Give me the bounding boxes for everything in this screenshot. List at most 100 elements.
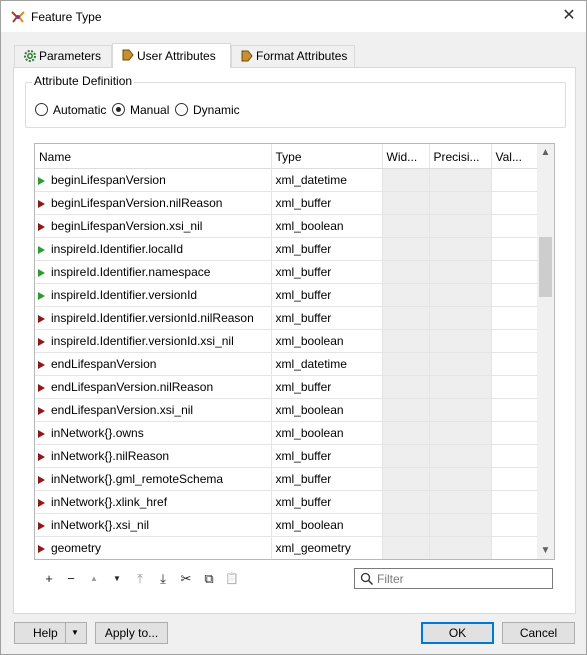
- attribute-value-cell[interactable]: [491, 260, 538, 284]
- attribute-value-cell[interactable]: [491, 168, 538, 192]
- attribute-value-cell[interactable]: [491, 398, 538, 422]
- column-header-value[interactable]: Val...: [491, 144, 538, 169]
- table-row[interactable]: inNetwork{}.xlink_href xml_buffer: [35, 490, 538, 514]
- attribute-value-cell[interactable]: [491, 237, 538, 261]
- attribute-name-cell[interactable]: beginLifespanVersion: [35, 168, 272, 192]
- attribute-type-cell[interactable]: xml_datetime: [271, 168, 383, 192]
- table-row[interactable]: inNetwork{}.gml_remoteSchema xml_buffer: [35, 467, 538, 491]
- table-row[interactable]: beginLifespanVersion.xsi_nil xml_boolean: [35, 214, 538, 238]
- attribute-type-cell[interactable]: xml_buffer: [271, 375, 383, 399]
- red-arrow-icon: [38, 360, 45, 369]
- attribute-name-cell[interactable]: inNetwork{}.xsi_nil: [35, 513, 272, 537]
- table-row[interactable]: endLifespanVersion.xsi_nil xml_boolean: [35, 398, 538, 422]
- attribute-name-cell[interactable]: inNetwork{}.gml_remoteSchema: [35, 467, 272, 491]
- ok-button[interactable]: OK: [421, 622, 494, 644]
- attribute-value-cell[interactable]: [491, 352, 538, 376]
- attribute-type-cell[interactable]: xml_buffer: [271, 444, 383, 468]
- move-up-icon[interactable]: ▲: [85, 570, 103, 588]
- cut-icon[interactable]: ✂: [177, 570, 195, 588]
- attribute-value-cell[interactable]: [491, 283, 538, 307]
- move-to-bottom-icon[interactable]: ⤓: [154, 570, 172, 588]
- attribute-name-cell[interactable]: endLifespanVersion.nilReason: [35, 375, 272, 399]
- column-header-precision[interactable]: Precisi...: [429, 144, 492, 169]
- table-row[interactable]: inNetwork{}.nilReason xml_buffer: [35, 444, 538, 468]
- table-row[interactable]: inspireId.Identifier.localId xml_buffer: [35, 237, 538, 261]
- attribute-value-cell[interactable]: [491, 444, 538, 468]
- table-row[interactable]: endLifespanVersion.nilReason xml_buffer: [35, 375, 538, 399]
- cancel-button[interactable]: Cancel: [502, 622, 575, 644]
- remove-icon[interactable]: −: [62, 570, 80, 588]
- attribute-value-cell[interactable]: [491, 536, 538, 559]
- attribute-value-cell[interactable]: [491, 467, 538, 491]
- attribute-type-cell[interactable]: xml_buffer: [271, 260, 383, 284]
- attribute-type-cell[interactable]: xml_boolean: [271, 329, 383, 353]
- attribute-name-cell[interactable]: geometry: [35, 536, 272, 559]
- attribute-name-cell[interactable]: inNetwork{}.nilReason: [35, 444, 272, 468]
- column-header-name[interactable]: Name: [35, 144, 272, 169]
- attribute-type-cell[interactable]: xml_boolean: [271, 214, 383, 238]
- attribute-value-cell[interactable]: [491, 490, 538, 514]
- add-icon[interactable]: +: [40, 570, 58, 588]
- attribute-type-cell[interactable]: xml_buffer: [271, 283, 383, 307]
- table-row[interactable]: inspireId.Identifier.versionId.nilReason…: [35, 306, 538, 330]
- table-row[interactable]: beginLifespanVersion xml_datetime: [35, 168, 538, 192]
- attribute-type-cell[interactable]: xml_boolean: [271, 421, 383, 445]
- attribute-type-cell[interactable]: xml_buffer: [271, 306, 383, 330]
- filter-input[interactable]: [377, 571, 547, 586]
- column-header-type[interactable]: Type: [271, 144, 383, 169]
- attribute-value-cell[interactable]: [491, 513, 538, 537]
- table-row[interactable]: inNetwork{}.owns xml_boolean: [35, 421, 538, 445]
- table-row[interactable]: inspireId.Identifier.versionId xml_buffer: [35, 283, 538, 307]
- attribute-name-cell[interactable]: endLifespanVersion: [35, 352, 272, 376]
- attribute-name-cell[interactable]: endLifespanVersion.xsi_nil: [35, 398, 272, 422]
- scroll-up-icon[interactable]: ▲: [537, 144, 554, 161]
- attribute-value-cell[interactable]: [491, 191, 538, 215]
- attribute-name-cell[interactable]: inspireId.Identifier.versionId.nilReason: [35, 306, 272, 330]
- attribute-type-cell[interactable]: xml_boolean: [271, 513, 383, 537]
- filter-box[interactable]: [354, 568, 553, 589]
- attribute-type-cell[interactable]: xml_datetime: [271, 352, 383, 376]
- move-down-icon[interactable]: ▼: [108, 570, 126, 588]
- attribute-value-cell[interactable]: [491, 329, 538, 353]
- table-row[interactable]: inNetwork{}.xsi_nil xml_boolean: [35, 513, 538, 537]
- attribute-name: beginLifespanVersion: [51, 172, 166, 187]
- copy-icon[interactable]: ⧉: [200, 570, 218, 588]
- tab-parameters[interactable]: Parameters: [14, 45, 112, 67]
- close-icon[interactable]: ✕: [557, 5, 581, 27]
- table-row[interactable]: inspireId.Identifier.namespace xml_buffer: [35, 260, 538, 284]
- table-row[interactable]: endLifespanVersion xml_datetime: [35, 352, 538, 376]
- move-to-top-icon[interactable]: ⤒: [131, 570, 149, 588]
- column-header-width[interactable]: Wid...: [382, 144, 430, 169]
- scrollbar-thumb[interactable]: [539, 237, 552, 297]
- attribute-type-cell[interactable]: xml_buffer: [271, 237, 383, 261]
- table-row[interactable]: geometry xml_geometry: [35, 536, 538, 559]
- table-row[interactable]: beginLifespanVersion.nilReason xml_buffer: [35, 191, 538, 215]
- attribute-type-cell[interactable]: xml_buffer: [271, 191, 383, 215]
- attribute-type-cell[interactable]: xml_boolean: [271, 398, 383, 422]
- attribute-value-cell[interactable]: [491, 375, 538, 399]
- attribute-name-cell[interactable]: inNetwork{}.xlink_href: [35, 490, 272, 514]
- attribute-value-cell[interactable]: [491, 306, 538, 330]
- attribute-width-cell: [382, 214, 430, 238]
- attribute-name-cell[interactable]: inspireId.Identifier.versionId.xsi_nil: [35, 329, 272, 353]
- tab-format-attributes[interactable]: Format Attributes: [231, 45, 355, 67]
- tab-user-attributes[interactable]: User Attributes: [112, 43, 231, 68]
- attribute-value-cell[interactable]: [491, 214, 538, 238]
- paste-icon[interactable]: 📋: [223, 570, 241, 588]
- chevron-down-icon[interactable]: ▼: [71, 623, 79, 643]
- attribute-name-cell[interactable]: inspireId.Identifier.localId: [35, 237, 272, 261]
- vertical-scrollbar[interactable]: ▲ ▼: [537, 144, 554, 559]
- attribute-name-cell[interactable]: inNetwork{}.owns: [35, 421, 272, 445]
- attribute-name-cell[interactable]: inspireId.Identifier.namespace: [35, 260, 272, 284]
- apply-to-button[interactable]: Apply to...: [95, 622, 168, 644]
- attribute-type-cell[interactable]: xml_buffer: [271, 490, 383, 514]
- help-button[interactable]: Help ▼: [14, 622, 87, 644]
- attribute-type-cell[interactable]: xml_geometry: [271, 536, 383, 559]
- attribute-value-cell[interactable]: [491, 421, 538, 445]
- attribute-name-cell[interactable]: inspireId.Identifier.versionId: [35, 283, 272, 307]
- scroll-down-icon[interactable]: ▼: [537, 542, 554, 559]
- attribute-name-cell[interactable]: beginLifespanVersion.nilReason: [35, 191, 272, 215]
- attribute-name-cell[interactable]: beginLifespanVersion.xsi_nil: [35, 214, 272, 238]
- table-row[interactable]: inspireId.Identifier.versionId.xsi_nil xm…: [35, 329, 538, 353]
- attribute-type-cell[interactable]: xml_buffer: [271, 467, 383, 491]
